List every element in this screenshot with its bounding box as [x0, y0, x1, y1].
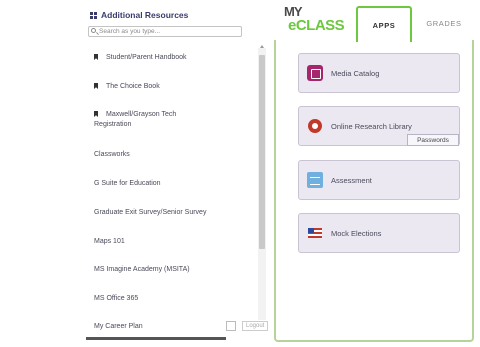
list-item-label: G Suite for Education	[94, 180, 161, 187]
list-item-label: The Choice Book	[106, 83, 160, 90]
resources-search-input[interactable]: Search as you type...	[88, 26, 242, 37]
logout-label: Logout	[242, 321, 269, 331]
grid-icon	[90, 11, 97, 19]
list-item[interactable]: G Suite for Education	[94, 179, 250, 189]
list-item-label: MS Office 365	[94, 295, 139, 302]
passwords-link[interactable]: Passwords	[407, 134, 459, 146]
tab-grades-label: GRADES	[426, 18, 462, 28]
mock-elections-button[interactable]: Mock Elections	[298, 213, 460, 253]
search-placeholder: Search as you type...	[99, 28, 161, 35]
logout-icon	[226, 321, 236, 331]
flag-icon	[307, 225, 323, 241]
list-item-label: Classworks	[94, 151, 130, 158]
list-item[interactable]: Classworks	[94, 150, 250, 160]
tab-apps-label: APPS	[372, 20, 396, 30]
logout-button[interactable]: Logout	[226, 318, 278, 334]
bookmark-icon	[94, 83, 98, 89]
list-item-label: My Career Plan	[94, 323, 143, 330]
scrollbar-thumb[interactable]	[259, 55, 265, 249]
list-item-label: Graduate Exit Survey/Senior Survey	[94, 209, 207, 216]
list-item[interactable]: Student/Parent Handbook	[94, 53, 250, 63]
list-item[interactable]: MS Imagine Academy (MSITA)	[94, 265, 250, 275]
research-library-icon	[307, 118, 323, 134]
bottom-divider	[86, 337, 226, 340]
myeclass-logo: MY eCLASS	[284, 2, 352, 36]
scroll-up-arrow-icon[interactable]	[260, 45, 264, 48]
list-item[interactable]: MS Office 365	[94, 294, 250, 304]
list-item[interactable]: Maxwell/Grayson Tech Registration	[94, 110, 214, 130]
list-item[interactable]: Maps 101	[94, 237, 250, 247]
assessment-icon	[307, 172, 323, 188]
list-item[interactable]: The Choice Book	[94, 82, 250, 92]
list-item[interactable]: Graduate Exit Survey/Senior Survey	[94, 208, 250, 218]
additional-resources-panel: Additional Resources Search as you type.…	[82, 0, 270, 338]
tab-grades[interactable]: GRADES	[416, 6, 472, 40]
list-item-label: Student/Parent Handbook	[106, 54, 187, 61]
app-label: Media Catalog	[331, 68, 380, 78]
resources-title: Additional Resources	[101, 10, 189, 20]
list-item-label: MS Imagine Academy (MSITA)	[94, 266, 190, 273]
tab-apps[interactable]: APPS	[356, 6, 412, 42]
bookmark-icon	[94, 111, 98, 117]
passwords-label: Passwords	[417, 136, 449, 144]
bookmark-icon	[94, 54, 98, 60]
app-label: Online Research Library	[331, 121, 412, 131]
resources-list: Student/Parent Handbook The Choice Book …	[82, 40, 254, 338]
resources-header: Additional Resources	[90, 10, 188, 20]
list-item-label: Maxwell/Grayson Tech Registration	[94, 111, 177, 128]
assessment-button[interactable]: Assessment	[298, 160, 460, 200]
media-catalog-button[interactable]: Media Catalog	[298, 53, 460, 93]
list-item-label: Maps 101	[94, 238, 125, 245]
media-catalog-icon	[307, 65, 323, 81]
myeclass-panel: MY eCLASS APPS GRADES Media Catalog Onli…	[274, 0, 474, 342]
app-label: Assessment	[331, 175, 372, 185]
search-icon	[91, 28, 96, 33]
logo-eclass-text: eCLASS	[288, 17, 345, 34]
app-label: Mock Elections	[331, 228, 382, 238]
